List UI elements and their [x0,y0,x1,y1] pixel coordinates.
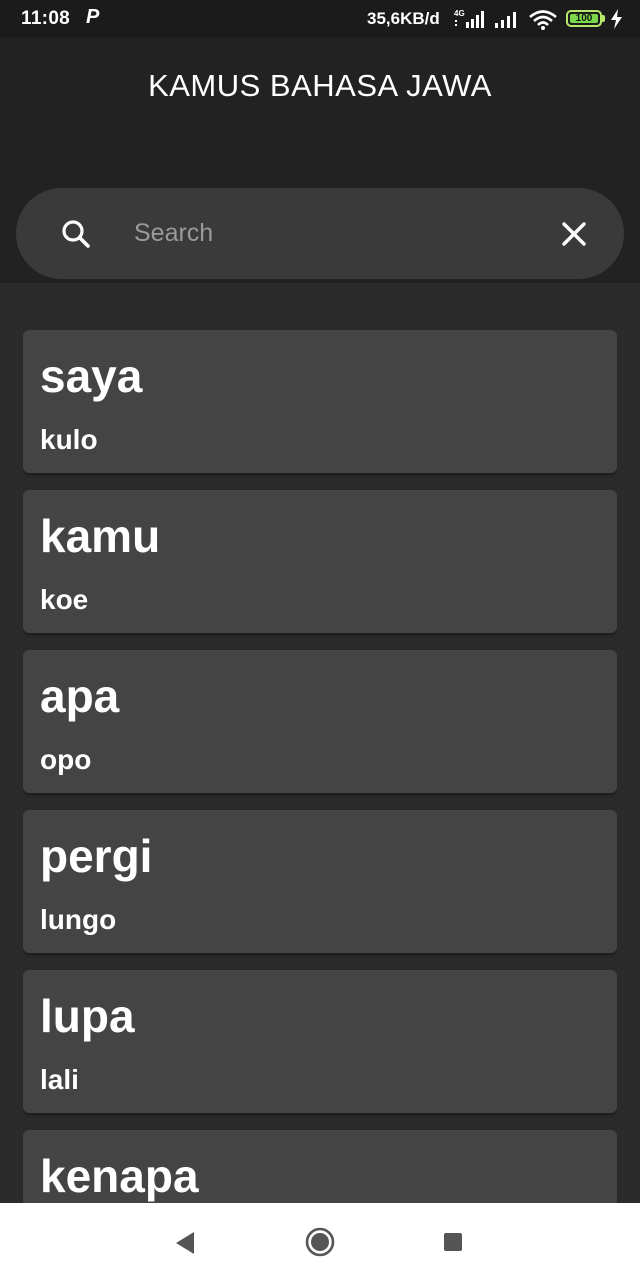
list-item[interactable]: pergi lungo [23,810,617,953]
word-translation: lungo [40,904,117,935]
search-input[interactable] [134,210,514,256]
close-icon[interactable] [556,216,592,252]
status-bar: 11:08 P 35,6KB/d 4G 100 [0,0,640,38]
word-term: apa [40,670,120,722]
word-term: lupa [40,990,135,1042]
word-term: kamu [40,510,161,562]
signal-4g-icon: 4G [454,9,484,28]
list-item[interactable]: apa opo [23,650,617,793]
status-time: 11:08 [21,8,71,29]
word-translation: opo [40,744,92,775]
wifi-icon [529,10,557,30]
battery-level: 100 [570,14,598,24]
word-translation: koe [40,584,89,615]
list-item[interactable]: saya kulo [23,330,617,473]
list-item[interactable]: lupa lali [23,970,617,1113]
charging-icon [611,9,622,29]
network-type-label: 4G [454,9,465,18]
battery-icon: 100 [566,10,602,27]
recents-icon[interactable] [443,1232,463,1252]
word-term: kenapa [40,1150,199,1202]
navigation-bar [0,1203,640,1280]
home-icon[interactable] [305,1227,335,1257]
battery-tip [602,15,605,22]
signal-icon [495,12,516,28]
word-list: saya kulo kamu koe apa opo pergi lungo l… [23,330,617,1203]
p-notification-icon: P [86,6,100,28]
word-term: pergi [40,830,153,882]
search-icon[interactable] [60,218,92,250]
search-bar[interactable] [16,188,624,279]
word-translation: kulo [40,424,98,455]
word-translation: lali [40,1064,79,1095]
app-header: KAMUS BAHASA JAWA [0,38,640,283]
list-item[interactable]: kamu koe [23,490,617,633]
word-term: saya [40,350,143,402]
back-icon[interactable] [173,1230,197,1256]
page-title: KAMUS BAHASA JAWA [148,68,492,103]
list-item[interactable]: kenapa [23,1130,617,1203]
network-speed: 35,6KB/d [367,9,440,28]
